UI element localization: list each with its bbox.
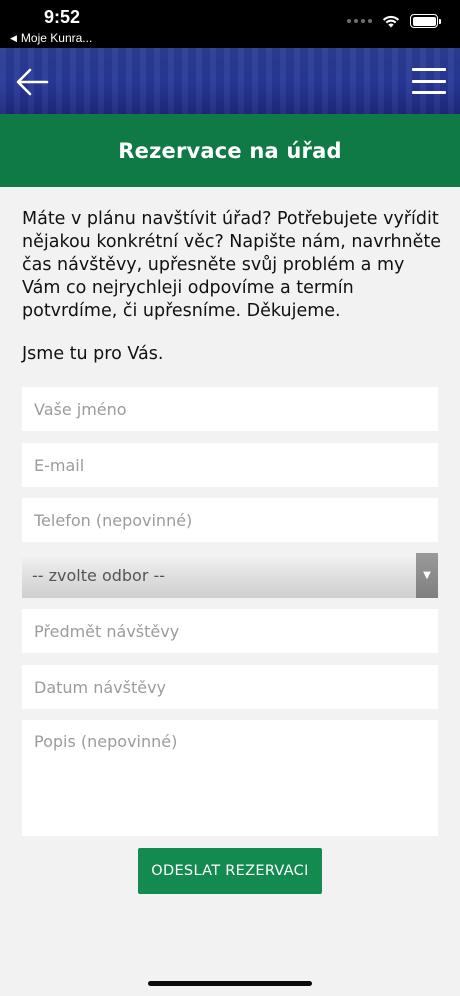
submit-reservation-button[interactable]: ODESLAT REZERVACI: [138, 848, 322, 894]
back-to-app-link[interactable]: ◀ Moje Kunra...: [10, 31, 92, 45]
email-input[interactable]: [22, 443, 438, 487]
description-textarea[interactable]: [22, 720, 438, 836]
name-input[interactable]: [22, 387, 438, 431]
app-header: [0, 48, 460, 114]
battery-icon: [410, 14, 441, 28]
back-app-label: Moje Kunra...: [20, 31, 93, 45]
greeting-text: Jsme tu pro Vás.: [22, 344, 164, 364]
status-time: 9:52: [44, 7, 81, 27]
hamburger-menu-icon[interactable]: [412, 64, 446, 98]
intro-text: Máte v plánu navštívit úřad? Potřebujete…: [22, 209, 442, 321]
status-icons: [347, 14, 441, 28]
signal-dots-icon: [347, 19, 372, 23]
subject-input[interactable]: [22, 609, 438, 653]
title-bar: Rezervace na úřad: [0, 114, 460, 187]
triangle-left-icon: ◀: [10, 32, 17, 43]
arrow-left-icon: [16, 68, 49, 96]
chevron-down-icon: ▼: [416, 553, 438, 598]
page-title: Rezervace na úřad: [118, 138, 342, 163]
back-button[interactable]: [12, 62, 52, 102]
department-select-value: -- zvolte odbor --: [32, 566, 166, 585]
date-input[interactable]: [22, 665, 438, 709]
status-bar: 9:52 ◀ Moje Kunra...: [0, 0, 460, 48]
header-background-image: [0, 48, 460, 114]
phone-input[interactable]: [22, 498, 438, 542]
department-select[interactable]: -- zvolte odbor -- ▼: [22, 553, 438, 598]
home-indicator[interactable]: [148, 981, 312, 986]
wifi-icon: [382, 15, 400, 28]
